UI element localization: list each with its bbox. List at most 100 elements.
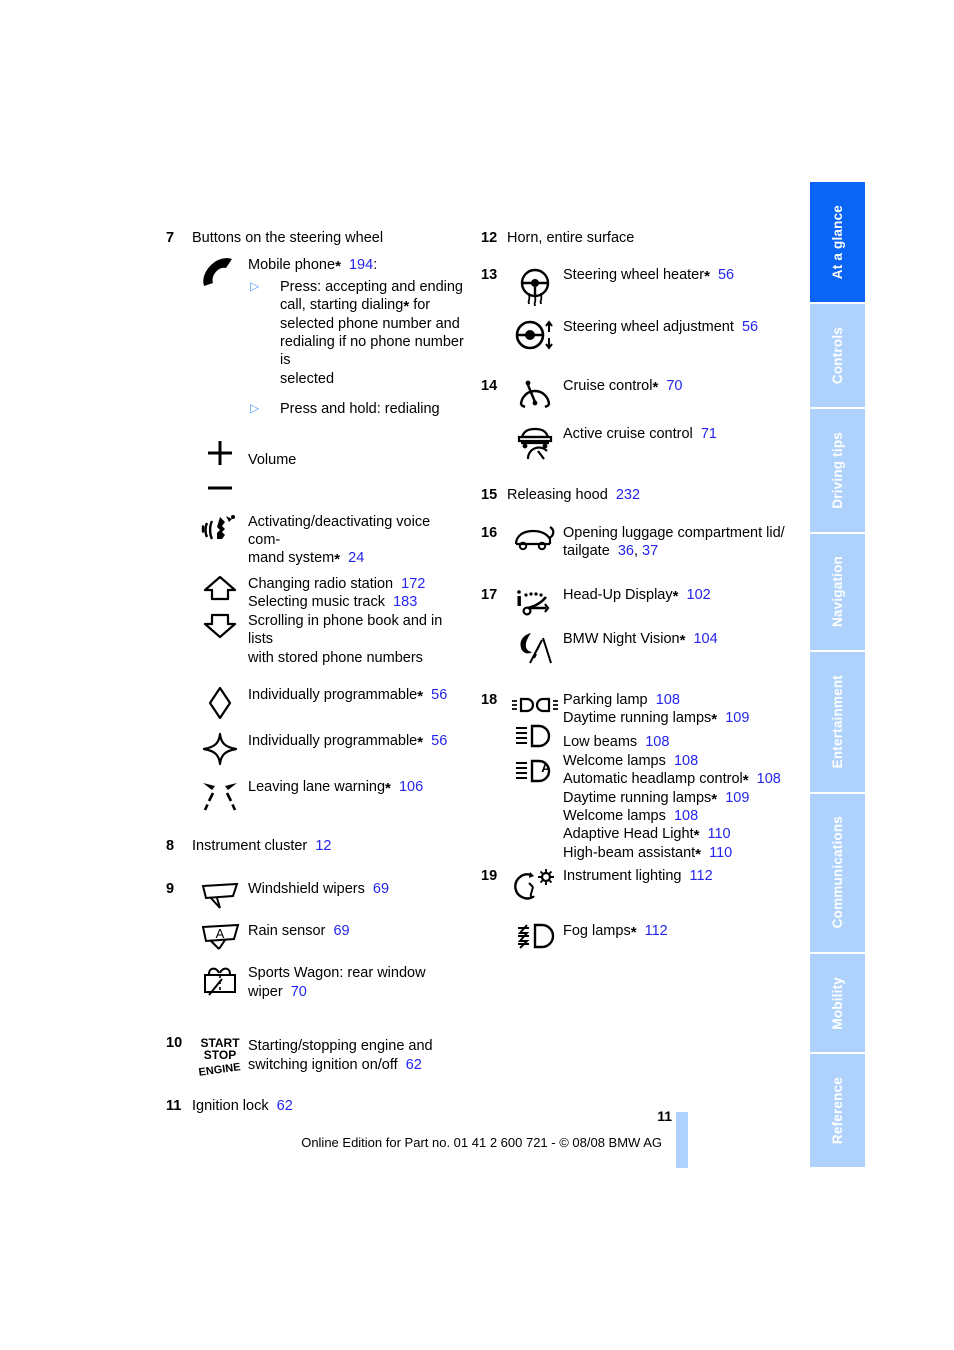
leaving-lane-warning-icon	[192, 777, 248, 812]
page-reference[interactable]: 112	[690, 868, 713, 884]
arrow-down-icon	[203, 613, 237, 638]
page-reference[interactable]: 108	[645, 734, 669, 750]
optional-marker: *	[630, 924, 637, 942]
line: Starting/stopping engine and	[248, 1038, 433, 1055]
optional-marker: *	[742, 772, 749, 790]
item-number-spacer	[166, 512, 192, 513]
page-reference[interactable]: 37	[642, 543, 658, 559]
item-number-spacer	[481, 424, 507, 425]
item-number: 19	[481, 868, 498, 885]
optional-marker: *	[417, 687, 424, 705]
bullet-press-hold: ▷ Press and hold: redialing	[248, 400, 466, 418]
tab-mobility[interactable]: Mobility	[810, 953, 865, 1053]
line: with stored phone numbers	[248, 649, 423, 666]
list-item-voice-command: Activating/deactivating voice com- mand …	[166, 512, 466, 568]
mobile-phone-label: Mobile phone	[248, 257, 336, 274]
page-reference[interactable]: 69	[333, 923, 349, 939]
tab-reference[interactable]: Reference	[810, 1054, 865, 1168]
page-reference[interactable]: 56	[742, 319, 758, 335]
list-item-14: 14 Cruise control* 70	[481, 376, 791, 413]
label: Head-Up Display	[563, 586, 673, 603]
page-reference[interactable]: 69	[373, 881, 389, 897]
list-item-rain-sensor: A Rain sensor 69	[166, 921, 466, 952]
page-reference[interactable]: 110	[709, 845, 732, 861]
page-reference[interactable]: 62	[406, 1057, 422, 1073]
tab-navigation[interactable]: Navigation	[810, 533, 865, 651]
steering-wheel-heater-text: Steering wheel heater* 56	[563, 265, 791, 284]
tab-at-a-glance[interactable]: At a glance	[810, 182, 865, 303]
list-item-programmable-1: Individually programmable* 56	[166, 685, 466, 720]
arrow-controls-text: Changing radio station 172 Selecting mus…	[248, 574, 466, 667]
optional-marker: *	[695, 845, 702, 863]
fog-lamp-icon	[507, 921, 563, 952]
page-reference[interactable]: 108	[656, 692, 680, 708]
page-reference[interactable]: 70	[666, 378, 682, 394]
page-reference[interactable]: 12	[315, 838, 331, 854]
optional-marker: *	[711, 711, 718, 729]
label: Cruise control	[563, 378, 653, 395]
tab-controls[interactable]: Controls	[810, 304, 865, 407]
lamps-text: Parking lamp 108 Daytime running lamps* …	[563, 690, 791, 863]
optional-marker: *	[335, 258, 341, 276]
list-item-volume: Volume	[166, 437, 466, 494]
line-part: Daytime running lamps	[563, 789, 712, 806]
volume-up-icon	[208, 440, 232, 465]
list-item-rear-window-wiper: Sports Wagon: rear window wiper 70	[166, 963, 466, 1001]
page-reference[interactable]: 109	[725, 710, 749, 726]
page-reference[interactable]: 70	[291, 984, 307, 1000]
line: Sports Wagon: rear window	[248, 965, 426, 982]
page-reference[interactable]: 108	[674, 753, 698, 769]
page-reference[interactable]: 104	[693, 631, 717, 647]
voice-command-text: Activating/deactivating voice com- mand …	[248, 512, 466, 568]
page-reference[interactable]: 56	[431, 687, 447, 703]
tab-entertainment[interactable]: Entertainment	[810, 652, 865, 792]
label: Individually programmable	[248, 732, 418, 749]
line-part: switching ignition on/off	[248, 1056, 398, 1073]
windshield-wipers-text: Windshield wipers 69	[248, 879, 466, 898]
windshield-wiper-icon	[192, 879, 248, 910]
page-reference[interactable]: 183	[393, 594, 417, 610]
left-content-column: 7 Buttons on the steering wheel Mobile p…	[166, 228, 466, 1118]
line: High-beam assistant* 110	[563, 844, 791, 862]
list-item-19: 19 Instrument lighting 112	[481, 866, 791, 903]
page-reference[interactable]: 112	[645, 923, 668, 939]
label: Steering wheel heater	[563, 267, 705, 284]
item-number-spacer	[166, 777, 192, 778]
line-part: Parking lamp	[563, 691, 648, 708]
page-reference[interactable]: 102	[687, 587, 711, 603]
page-reference[interactable]: 106	[399, 779, 423, 795]
page-reference[interactable]: 108	[674, 808, 698, 824]
label: Individually programmable	[248, 686, 418, 703]
list-item-9: 9 Windshield wipers 69	[166, 879, 466, 910]
triangle-bullet-icon: ▷	[250, 401, 260, 416]
rear-window-wiper-text: Sports Wagon: rear window wiper 70	[248, 963, 466, 1001]
volume-icons	[192, 437, 248, 494]
line: redialing if no phone number is	[280, 334, 464, 369]
line: Adaptive Head Light* 110	[563, 825, 791, 843]
tab-communications[interactable]: Communications	[810, 793, 865, 952]
label: BMW Night Vision	[563, 630, 680, 647]
page-reference[interactable]: 194	[349, 257, 373, 273]
page-reference[interactable]: 110	[708, 826, 731, 842]
optional-marker: *	[672, 587, 679, 605]
optional-marker: *	[403, 298, 410, 316]
tab-driving-tips[interactable]: Driving tips	[810, 409, 865, 532]
page-reference[interactable]: 71	[701, 426, 717, 442]
line: Parking lamp 108	[563, 691, 791, 709]
line: Press: accepting and ending	[280, 278, 463, 295]
page-reference[interactable]: 172	[401, 576, 425, 592]
right-content-column: 12 Horn, entire surface 13 Steering whee…	[481, 228, 791, 954]
list-item-10: 10 START STOP ENGINE Starting/stopping e…	[166, 1033, 466, 1078]
page-reference[interactable]: 36	[618, 543, 634, 559]
label: Releasing hood	[507, 487, 608, 504]
page-reference[interactable]: 56	[718, 267, 734, 283]
diamond-icon	[192, 685, 248, 720]
programmable-1-text: Individually programmable* 56	[248, 685, 466, 704]
item-number-spacer	[166, 685, 192, 686]
page-reference[interactable]: 24	[348, 550, 364, 566]
page-reference[interactable]: 108	[757, 771, 781, 787]
page-reference[interactable]: 56	[431, 733, 447, 749]
page-reference[interactable]: 109	[725, 790, 749, 806]
page-reference[interactable]: 232	[616, 487, 640, 503]
item-number: 16	[481, 524, 498, 541]
